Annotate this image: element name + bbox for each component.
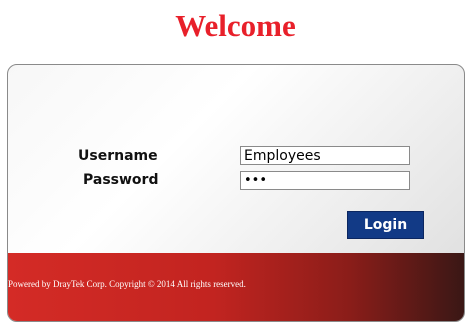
footer-bar: Powered by DrayTek Corp. Copyright © 201… bbox=[8, 253, 464, 321]
username-label: Username bbox=[78, 148, 158, 164]
login-button[interactable]: Login bbox=[347, 211, 424, 239]
password-label: Password bbox=[83, 172, 159, 188]
password-field[interactable] bbox=[240, 171, 410, 190]
page-title: Welcome bbox=[175, 8, 296, 43]
login-page: Welcome Username Password Login Powered … bbox=[0, 0, 471, 325]
copyright-text: Powered by DrayTek Corp. Copyright © 201… bbox=[8, 279, 246, 289]
username-field[interactable] bbox=[240, 146, 410, 165]
login-panel: Username Password Login Powered by DrayT… bbox=[7, 64, 465, 322]
